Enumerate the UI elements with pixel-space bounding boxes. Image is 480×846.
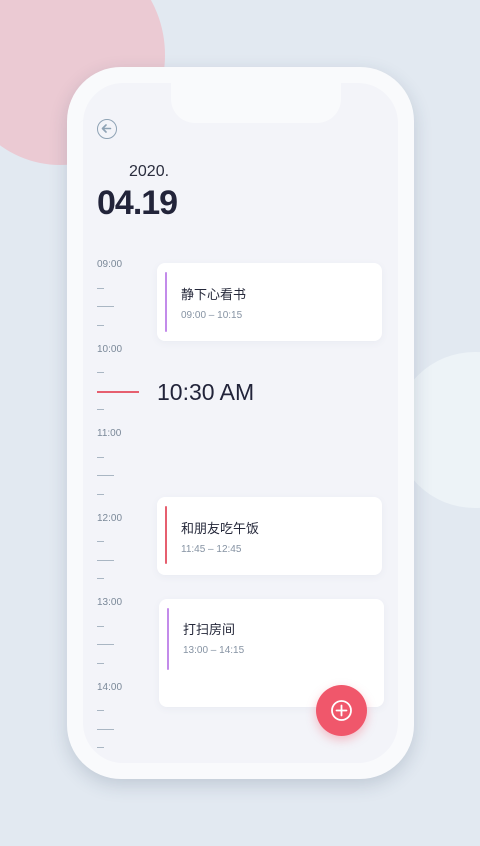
hour-label: 14:00 [97,682,123,693]
event-color-bar [165,272,167,332]
phone-frame: 2020. 04.19 09:00 10:00 11:00 12:00 13:0… [67,67,414,779]
date-year: 2020. [129,163,170,180]
phone-screen: 2020. 04.19 09:00 10:00 11:00 12:00 13:0… [83,83,398,763]
current-time-line [97,391,139,393]
event-time: 09:00 – 10:15 [181,310,243,321]
hour-label: 11:00 [97,428,122,439]
event-title: 静下心看书 [181,288,247,303]
timeline-tick [97,710,104,712]
current-time-label: 10:30 AM [157,379,255,405]
app-stage: 2020. 04.19 09:00 10:00 11:00 12:00 13:0… [0,0,480,846]
timeline-tick [97,306,114,308]
hour-label: 13:00 [97,597,123,608]
timeline-tick [97,747,104,749]
add-event-button[interactable] [316,685,367,736]
event-title: 和朋友吃午饭 [181,522,260,537]
event-time: 13:00 – 14:15 [183,645,245,656]
timeline-tick [97,663,104,665]
hour-label: 10:00 [97,344,123,355]
timeline-tick [97,475,114,477]
hour-label: 09:00 [97,259,123,270]
timeline-tick [97,288,104,290]
timeline-tick [97,409,104,411]
event-color-bar [167,608,169,670]
timeline-tick [97,372,104,374]
timeline-tick [97,457,104,459]
event-time: 11:45 – 12:45 [181,544,242,555]
timeline-tick [97,541,104,543]
event-color-bar [165,506,167,564]
hour-label: 12:00 [97,513,123,524]
timeline-tick [97,560,114,562]
event-title: 打扫房间 [183,623,236,638]
plus-circle-icon [331,700,352,721]
timeline-tick [97,729,114,731]
event-card[interactable]: 和朋友吃午饭 11:45 – 12:45 [157,497,382,575]
phone-notch [171,83,341,123]
timeline-tick [97,325,104,327]
date-day: 04.19 [97,184,178,222]
timeline-tick [97,644,114,646]
back-button[interactable] [97,119,117,139]
timeline-tick [97,578,104,580]
timeline-tick [97,494,104,496]
event-card[interactable]: 静下心看书 09:00 – 10:15 [157,263,382,341]
timeline-tick [97,626,104,628]
arrow-left-circle-icon [101,124,112,133]
